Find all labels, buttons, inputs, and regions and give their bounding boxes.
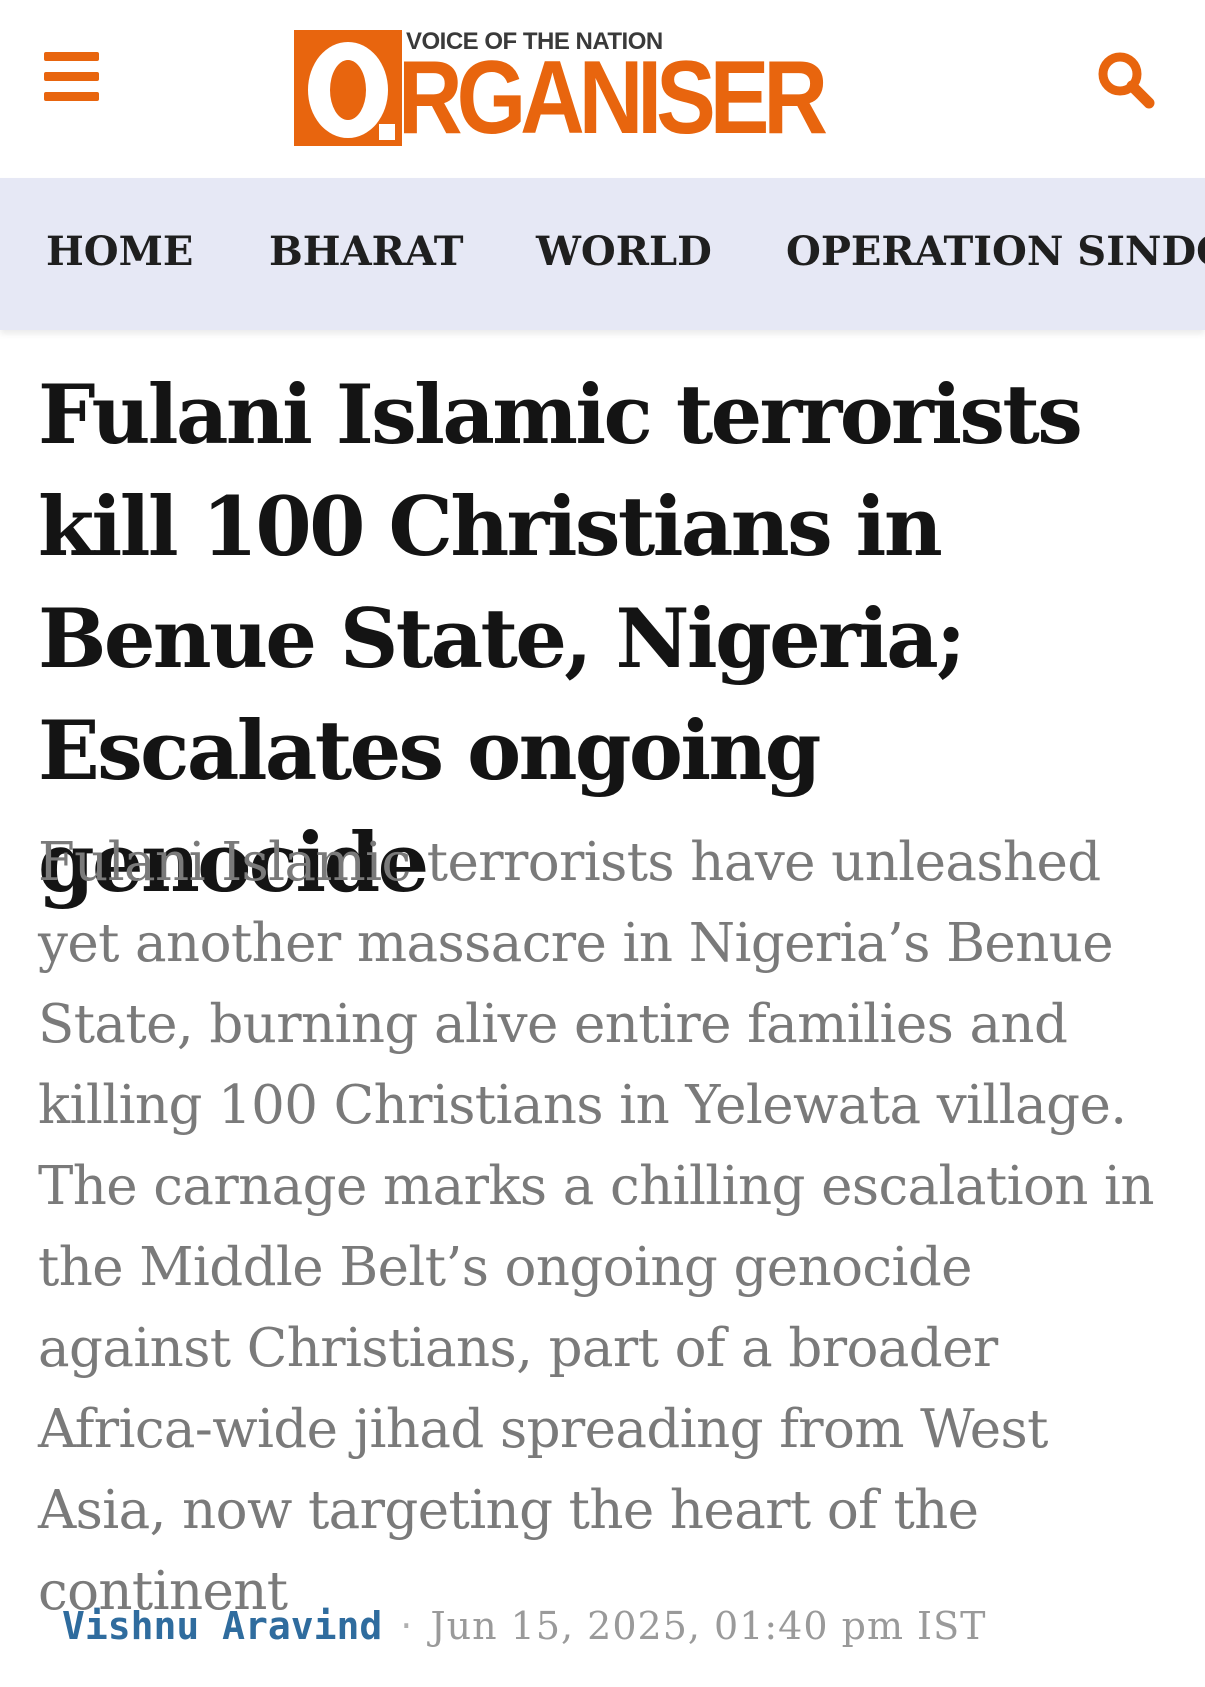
menu-bar <box>44 52 99 61</box>
publish-date: Jun 15, 2025, 01:40 pm IST <box>430 1604 987 1648</box>
site-header: VOICE OF THE NATION RGANISER <box>0 0 1205 178</box>
hamburger-menu-icon[interactable] <box>40 48 104 104</box>
logo-dot <box>379 124 395 140</box>
logo-wordmark: RGANISER <box>398 40 828 156</box>
menu-bar <box>44 72 99 81</box>
logo-o-block <box>294 30 402 146</box>
nav-item-bharat[interactable]: BHARAT <box>269 228 464 275</box>
search-icon[interactable] <box>1094 48 1158 112</box>
menu-bar <box>44 92 99 101</box>
logo-o-counter <box>330 60 366 120</box>
organiser-logo[interactable]: VOICE OF THE NATION RGANISER <box>294 28 904 156</box>
nav-item-home[interactable]: HOME <box>46 228 193 275</box>
main-nav: HOME BHARAT WORLD OPERATION SINDOOR <box>0 178 1205 330</box>
author-link[interactable]: Vishnu Aravind <box>62 1604 382 1648</box>
article-byline: Vishnu Aravind · Jun 15, 2025, 01:40 pm IS… <box>62 1604 986 1648</box>
byline-separator: · <box>400 1604 413 1648</box>
search-icon-glyph <box>1098 52 1155 109</box>
nav-item-world[interactable]: WORLD <box>536 228 712 275</box>
nav-item-operation-sindoor[interactable]: OPERATION SINDOOR <box>786 228 1205 275</box>
article-summary: Fulani Islamic terrorists have unleashed… <box>38 832 1155 1622</box>
